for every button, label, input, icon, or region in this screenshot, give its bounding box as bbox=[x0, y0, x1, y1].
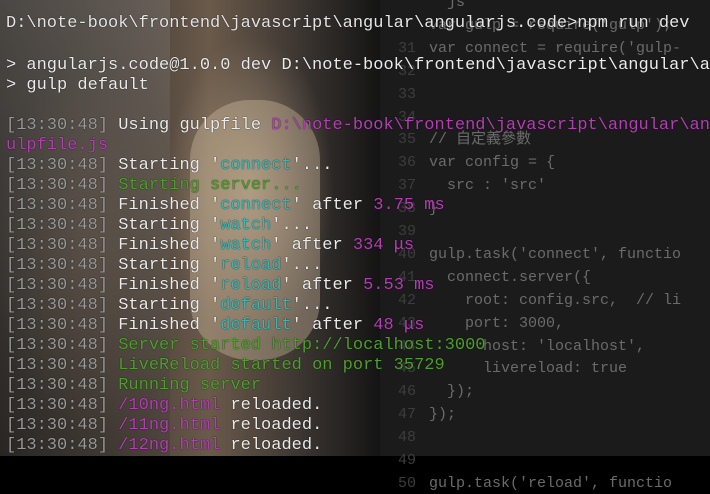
timestamp: [13:30:48] bbox=[6, 176, 109, 195]
terminal-text-segment: Using gulpfile bbox=[108, 116, 272, 135]
terminal-output-line: [13:30:48] Finished 'default' after 48 μ… bbox=[6, 316, 424, 336]
timestamp: [13:30:48] bbox=[6, 116, 109, 135]
terminal-text-segment: Finished ' bbox=[108, 196, 221, 215]
terminal-text-segment: > gulp default bbox=[6, 76, 149, 95]
timestamp: [13:30:48] bbox=[6, 256, 109, 275]
terminal-text-segment: Finished ' bbox=[108, 236, 221, 255]
terminal-text-segment: reloaded. bbox=[220, 436, 323, 455]
terminal-output-line: [13:30:48] Finished 'connect' after 3.75… bbox=[6, 196, 445, 216]
terminal-text-segment: '... bbox=[291, 296, 333, 315]
terminal-output-line: [13:30:48] Starting 'connect'... bbox=[6, 156, 332, 176]
timestamp: [13:30:48] bbox=[6, 296, 109, 315]
terminal-text-segment: ' after bbox=[281, 276, 364, 295]
terminal-text-segment: '... bbox=[271, 216, 313, 235]
terminal-text-segment: default bbox=[220, 316, 292, 335]
terminal-output-line: [13:30:48] Starting 'reload'... bbox=[6, 256, 322, 276]
terminal-output-line: [13:30:48] Running server bbox=[6, 376, 261, 396]
terminal-text-segment: connect bbox=[220, 196, 292, 215]
terminal-text-segment: '... bbox=[281, 256, 323, 275]
terminal-text-segment: Starting ' bbox=[108, 216, 221, 235]
terminal-text-segment: ' after bbox=[271, 236, 353, 255]
terminal-text-segment: 3.75 ms bbox=[373, 196, 445, 215]
timestamp: [13:30:48] bbox=[6, 376, 109, 395]
terminal-output-line: [13:30:48] Starting 'default'... bbox=[6, 296, 332, 316]
terminal-text-segment: connect bbox=[220, 156, 292, 175]
timestamp: [13:30:48] bbox=[6, 276, 109, 295]
terminal-text-segment: watch bbox=[220, 216, 272, 235]
terminal-text-segment: D:\note-book\frontend\javascript\angular… bbox=[271, 116, 710, 135]
terminal-text-segment: reload bbox=[220, 256, 282, 275]
terminal-text-segment: ulpfile.js bbox=[6, 136, 109, 155]
terminal-output-line: [13:30:48] Using gulpfile D:\note-book\f… bbox=[6, 116, 710, 136]
terminal-text-segment: reload bbox=[220, 276, 282, 295]
terminal-text-segment: Starting ' bbox=[108, 156, 221, 175]
terminal-output-line: ulpfile.js bbox=[6, 136, 108, 156]
terminal-prompt-command: D:\note-book\frontend\javascript\angular… bbox=[6, 14, 690, 33]
timestamp: [13:30:48] bbox=[6, 436, 109, 455]
terminal-text-segment: reloaded. bbox=[220, 396, 323, 415]
terminal-output-line: [13:30:48] Finished 'reload' after 5.53 … bbox=[6, 276, 435, 296]
terminal-output-line: [13:30:48] Server started http://localho… bbox=[6, 336, 486, 356]
terminal-text-segment: default bbox=[220, 296, 292, 315]
terminal-output-line: > gulp default bbox=[6, 76, 149, 96]
terminal-text-segment: Starting server... bbox=[108, 176, 302, 195]
terminal-text-segment: watch bbox=[220, 236, 272, 255]
terminal-text-segment: reloaded. bbox=[220, 416, 323, 435]
timestamp: [13:30:48] bbox=[6, 236, 109, 255]
terminal-text-segment: /12ng.html bbox=[108, 436, 221, 455]
terminal-text-segment: > angularjs.code@1.0.0 dev D:\note-book\… bbox=[6, 56, 710, 75]
terminal-output-line: [13:30:48] /12ng.html reloaded. bbox=[6, 436, 322, 456]
terminal-output-line: [13:30:48] Finished 'watch' after 334 μs bbox=[6, 236, 414, 256]
timestamp: [13:30:48] bbox=[6, 316, 109, 335]
terminal-text-segment: Running server bbox=[108, 376, 262, 395]
timestamp: [13:30:48] bbox=[6, 196, 109, 215]
timestamp: [13:30:48] bbox=[6, 416, 109, 435]
timestamp: [13:30:48] bbox=[6, 396, 109, 415]
editor-line: 50 gulp.task('reload', functio bbox=[380, 474, 710, 494]
terminal-text-segment: LiveReload started on port 35729 bbox=[108, 356, 445, 375]
terminal-text-segment: /11ng.html bbox=[108, 416, 221, 435]
terminal-output-line: [13:30:48] /10ng.html reloaded. bbox=[6, 396, 322, 416]
terminal-text-segment: '... bbox=[291, 156, 333, 175]
timestamp: [13:30:48] bbox=[6, 336, 109, 355]
terminal-text-segment: 48 μs bbox=[373, 316, 425, 335]
editor-line-number: 50 bbox=[397, 474, 416, 492]
terminal-output-line: [13:30:48] Starting 'watch'... bbox=[6, 216, 312, 236]
terminal-text-segment: Starting ' bbox=[108, 296, 221, 315]
timestamp: [13:30:48] bbox=[6, 216, 109, 235]
timestamp: [13:30:48] bbox=[6, 156, 109, 175]
terminal-text-segment: Finished ' bbox=[108, 276, 221, 295]
terminal-text-segment: ' after bbox=[291, 196, 374, 215]
terminal-window[interactable]: D:\note-book\frontend\javascript\angular… bbox=[0, 0, 710, 456]
terminal-text-segment: Server started http://localhost:3000 bbox=[108, 336, 486, 355]
terminal-output-line: [13:30:48] Starting server... bbox=[6, 176, 302, 196]
terminal-text-segment: 334 μs bbox=[352, 236, 415, 255]
terminal-output-line: > angularjs.code@1.0.0 dev D:\note-book\… bbox=[6, 56, 710, 76]
terminal-output-line: [13:30:48] /11ng.html reloaded. bbox=[6, 416, 322, 436]
terminal-text-segment: /10ng.html bbox=[108, 396, 221, 415]
terminal-text-segment: 5.53 ms bbox=[363, 276, 435, 295]
terminal-text-segment: Finished ' bbox=[108, 316, 221, 335]
terminal-text-segment: ' after bbox=[291, 316, 374, 335]
timestamp: [13:30:48] bbox=[6, 356, 109, 375]
editor-line-code: gulp.task('reload', functio bbox=[429, 474, 673, 492]
terminal-text-segment: Starting ' bbox=[108, 256, 221, 275]
terminal-output-line: [13:30:48] LiveReload started on port 35… bbox=[6, 356, 445, 376]
